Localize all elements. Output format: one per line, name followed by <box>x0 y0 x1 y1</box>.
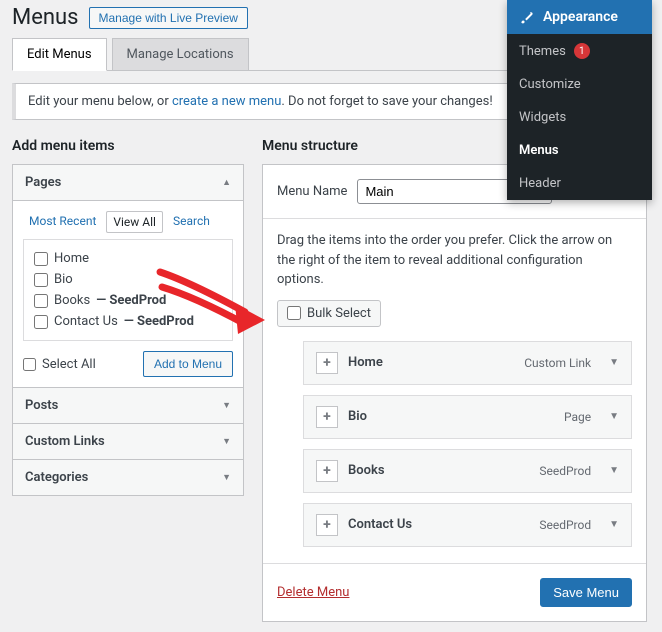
sidebar-item-header[interactable]: Header <box>507 167 652 200</box>
menu-item[interactable]: + Books SeedProd ▼ <box>303 449 632 493</box>
notice-suffix: . Do not forget to save your changes! <box>281 94 492 109</box>
accordion-label: Posts <box>25 398 58 413</box>
accordion-label: Categories <box>25 470 88 485</box>
plus-icon[interactable]: + <box>316 460 338 482</box>
caret-down-icon: ▼ <box>222 472 231 483</box>
sidebar-item-themes[interactable]: Themes 1 <box>507 34 652 68</box>
menu-structure-desc: Drag the items into the order you prefer… <box>263 219 646 300</box>
bulk-select[interactable]: Bulk Select <box>277 300 381 327</box>
subtab-view-all[interactable]: View All <box>106 211 163 233</box>
accordion: Pages ▲ Most Recent View All Search Home… <box>12 164 244 496</box>
caret-down-icon[interactable]: ▼ <box>609 519 619 530</box>
menu-item-label: Home <box>348 355 514 370</box>
plus-icon[interactable]: + <box>316 406 338 428</box>
create-menu-link[interactable]: create a new menu <box>172 94 281 109</box>
menu-item-type: SeedProd <box>539 464 591 478</box>
subtab-recent[interactable]: Most Recent <box>23 211 102 233</box>
accordion-label: Pages <box>25 175 61 190</box>
accordion-custom-links[interactable]: Custom Links ▼ <box>13 423 243 459</box>
caret-up-icon: ▲ <box>222 177 231 188</box>
accordion-pages-body: Most Recent View All Search Home Bio Boo… <box>13 200 243 387</box>
brush-icon <box>519 9 535 25</box>
save-menu-button[interactable]: Save Menu <box>540 578 632 607</box>
sidebar-item-customize[interactable]: Customize <box>507 68 652 101</box>
accordion-label: Custom Links <box>25 434 105 449</box>
add-items-heading: Add menu items <box>12 138 244 154</box>
checkbox[interactable] <box>287 306 301 320</box>
menu-item-label: Books <box>348 463 529 478</box>
checkbox[interactable] <box>23 358 36 371</box>
menu-items: + Home Custom Link ▼ + Bio Page ▼ + Book… <box>263 341 646 563</box>
accordion-categories[interactable]: Categories ▼ <box>13 459 243 495</box>
checkbox[interactable] <box>34 252 48 266</box>
caret-down-icon: ▼ <box>222 400 231 411</box>
page-checkbox-books[interactable]: Books — SeedProd <box>34 290 222 311</box>
page-checkbox-home[interactable]: Home <box>34 248 222 269</box>
menu-item-type: Page <box>564 410 591 424</box>
plus-icon[interactable]: + <box>316 514 338 536</box>
subtab-search[interactable]: Search <box>167 211 216 233</box>
caret-down-icon[interactable]: ▼ <box>609 411 619 422</box>
pages-list: Home Bio Books — SeedProd Contact Us — S… <box>23 239 233 341</box>
delete-menu-link[interactable]: Delete Menu <box>277 585 349 600</box>
menu-item-type: SeedProd <box>539 518 591 532</box>
menu-item-label: Bio <box>348 409 554 424</box>
notice-prefix: Edit your menu below, or <box>28 94 172 109</box>
add-to-menu-button[interactable]: Add to Menu <box>143 351 233 377</box>
plus-icon[interactable]: + <box>316 352 338 374</box>
checkbox[interactable] <box>34 315 48 329</box>
update-badge: 1 <box>574 43 590 59</box>
menu-item[interactable]: + Bio Page ▼ <box>303 395 632 439</box>
checkbox[interactable] <box>34 294 48 308</box>
caret-down-icon[interactable]: ▼ <box>609 357 619 368</box>
live-preview-button[interactable]: Manage with Live Preview <box>89 7 248 29</box>
accordion-posts[interactable]: Posts ▼ <box>13 387 243 423</box>
page-checkbox-contact[interactable]: Contact Us — SeedProd <box>34 311 222 332</box>
page-checkbox-bio[interactable]: Bio <box>34 269 222 290</box>
sidebar-item-widgets[interactable]: Widgets <box>507 101 652 134</box>
menu-item-label: Contact Us <box>348 517 529 532</box>
caret-down-icon[interactable]: ▼ <box>609 465 619 476</box>
sidebar-head[interactable]: Appearance <box>507 0 652 34</box>
checkbox[interactable] <box>34 273 48 287</box>
accordion-pages[interactable]: Pages ▲ <box>13 165 243 200</box>
select-all[interactable]: Select All <box>23 357 96 372</box>
menu-item[interactable]: + Home Custom Link ▼ <box>303 341 632 385</box>
menu-item[interactable]: + Contact Us SeedProd ▼ <box>303 503 632 547</box>
page-title: Menus <box>12 5 79 30</box>
menu-name-label: Menu Name <box>277 184 347 199</box>
sidebar-item-menus[interactable]: Menus <box>507 134 652 167</box>
menu-item-type: Custom Link <box>524 356 591 370</box>
tab-edit-menus[interactable]: Edit Menus <box>12 38 107 71</box>
appearance-sidebar: Appearance Themes 1 Customize Widgets Me… <box>507 0 652 200</box>
caret-down-icon: ▼ <box>222 436 231 447</box>
tab-manage-locations[interactable]: Manage Locations <box>112 38 249 71</box>
menu-structure-box: Menu Name Drag the items into the order … <box>262 164 647 622</box>
